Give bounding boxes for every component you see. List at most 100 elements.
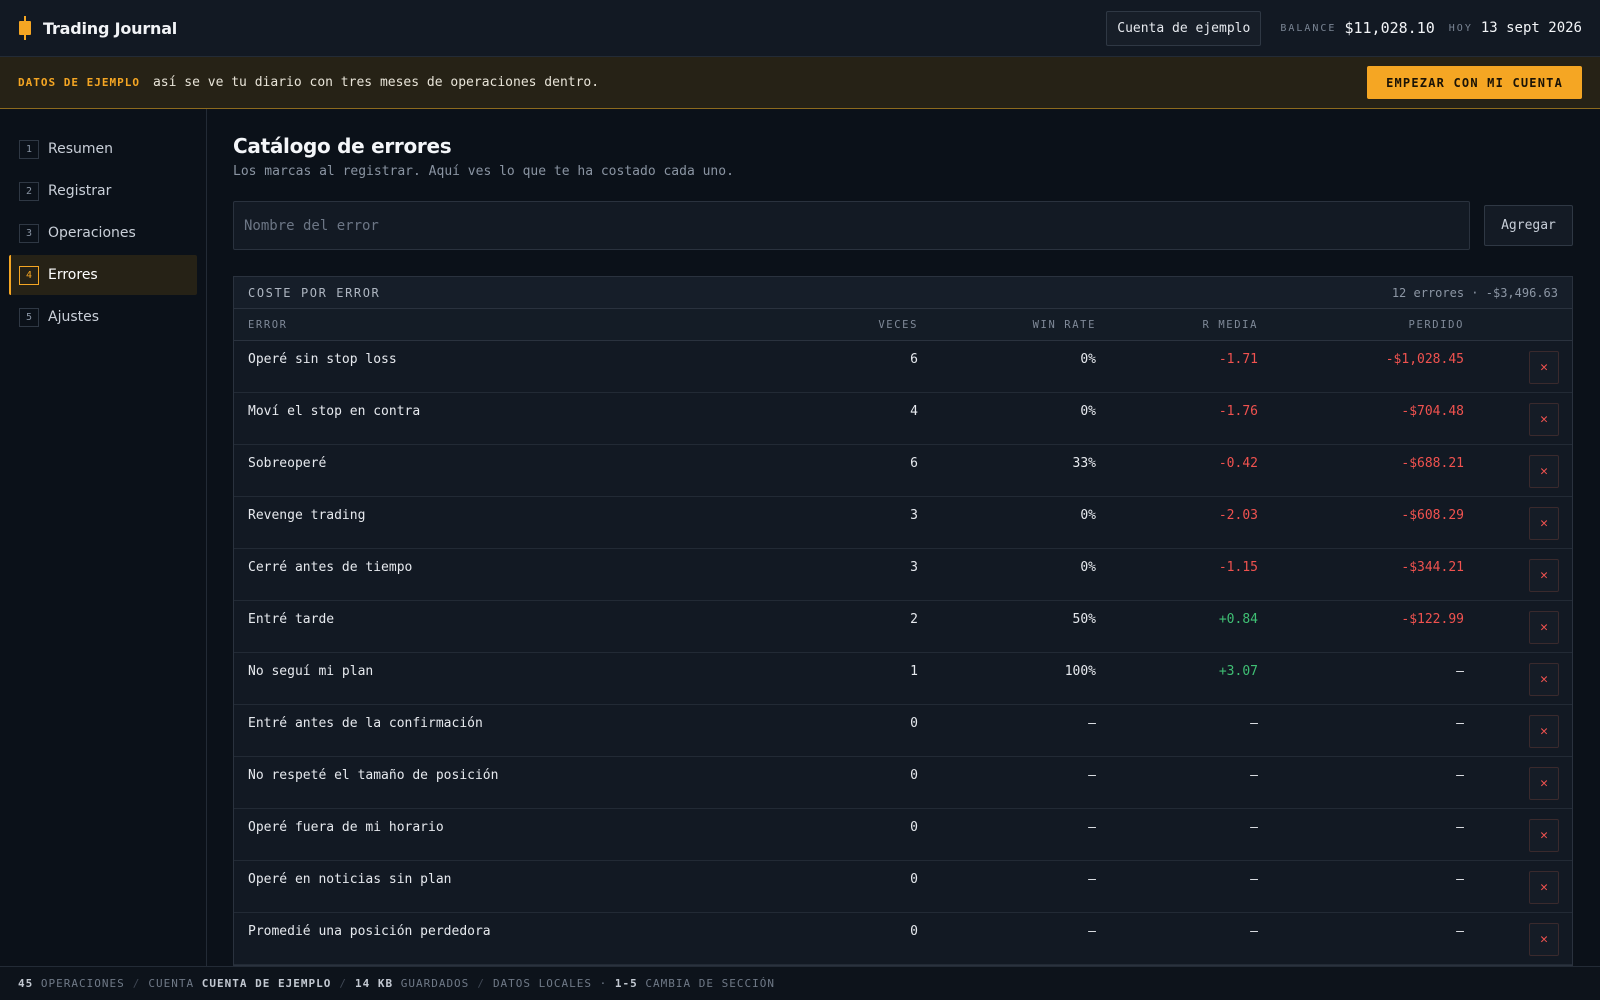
delete-error-button[interactable]: ✕	[1529, 663, 1559, 696]
column-header-win-rate[interactable]: WIN RATE	[1033, 309, 1096, 341]
column-header-error[interactable]: ERROR	[248, 309, 288, 341]
sidebar-item-label: Errores	[48, 267, 98, 283]
close-icon: ✕	[1540, 828, 1548, 843]
sidebar-item-label: Registrar	[48, 183, 112, 199]
times-cell: 0	[910, 872, 918, 887]
r-avg-cell: -1.71	[1218, 352, 1258, 367]
times-cell: 6	[910, 352, 918, 367]
candlestick-icon	[18, 16, 32, 40]
times-cell: 6	[910, 456, 918, 471]
column-header-lost[interactable]: PERDIDO	[1409, 309, 1464, 341]
delete-error-button[interactable]: ✕	[1529, 871, 1559, 904]
close-icon: ✕	[1540, 412, 1548, 427]
delete-error-button[interactable]: ✕	[1529, 507, 1559, 540]
lost-cell: -$704.48	[1401, 404, 1464, 419]
add-error-button[interactable]: Agregar	[1484, 205, 1573, 246]
r-avg-cell: -1.15	[1218, 560, 1258, 575]
delete-error-button[interactable]: ✕	[1529, 455, 1559, 488]
sidebar-item-operaciones[interactable]: 3 Operaciones	[9, 213, 197, 253]
table-row: Promedié una posición perdedora 0 — — — ✕	[234, 913, 1572, 965]
r-avg-cell: —	[1250, 924, 1258, 939]
win-rate-cell: —	[1088, 820, 1096, 835]
sidebar-item-ajustes[interactable]: 5 Ajustes	[9, 297, 197, 337]
lost-cell: -$344.21	[1401, 560, 1464, 575]
table-body: Operé sin stop loss 6 0% -1.71 -$1,028.45 ✕ Mo…	[234, 341, 1572, 965]
local-data-label: DATOS LOCALES ·	[492, 977, 608, 990]
error-name-cell: Sobreoperé	[248, 456, 327, 471]
sidebar-item-registrar[interactable]: 2 Registrar	[9, 171, 197, 211]
nav-shortcut-number: 3	[19, 223, 39, 243]
operations-label: OPERACIONES	[40, 977, 125, 990]
win-rate-cell: 0%	[1080, 508, 1096, 523]
r-avg-cell: -0.42	[1218, 456, 1258, 471]
main-content: Catálogo de errores Los marcas al regist…	[233, 109, 1573, 966]
error-name-cell: Revenge trading	[248, 508, 366, 523]
r-avg-cell: +0.84	[1218, 612, 1258, 627]
win-rate-cell: —	[1088, 716, 1096, 731]
account-selector[interactable]: Cuenta de ejemplo	[1106, 10, 1262, 46]
delete-error-button[interactable]: ✕	[1529, 923, 1559, 956]
table-summary: 12 errores · -$3,496.63	[1391, 285, 1558, 300]
delete-error-button[interactable]: ✕	[1529, 715, 1559, 748]
shortcut-keys: 1-5	[614, 977, 638, 990]
status-bar: 45 OPERACIONES / CUENTA CUENTA DE EJEMPL…	[0, 966, 1600, 1000]
error-name-cell: Moví el stop en contra	[248, 404, 421, 419]
lost-cell: -$608.29	[1401, 508, 1464, 523]
delete-error-button[interactable]: ✕	[1529, 351, 1559, 384]
win-rate-cell: 33%	[1072, 456, 1096, 471]
page-title: Catálogo de errores	[233, 134, 452, 158]
times-cell: 3	[910, 560, 918, 575]
r-avg-cell: -2.03	[1218, 508, 1258, 523]
r-avg-cell: -1.76	[1218, 404, 1258, 419]
close-icon: ✕	[1540, 776, 1548, 791]
delete-error-button[interactable]: ✕	[1529, 611, 1559, 644]
column-header-r-avg[interactable]: R MEDIA	[1203, 309, 1258, 341]
operations-count: 45	[18, 977, 34, 990]
win-rate-cell: 0%	[1080, 404, 1096, 419]
times-cell: 1	[910, 664, 918, 679]
error-name-cell: No respeté el tamaño de posición	[248, 768, 499, 783]
table-row: Moví el stop en contra 4 0% -1.76 -$704.48 ✕	[234, 393, 1572, 445]
table-row: Revenge trading 3 0% -2.03 -$608.29 ✕	[234, 497, 1572, 549]
table-row: No seguí mi plan 1 100% +3.07 — ✕	[234, 653, 1572, 705]
banner-text: así se ve tu diario con tres meses de op…	[152, 75, 600, 90]
column-header-times[interactable]: VECES	[878, 309, 918, 341]
sidebar-item-resumen[interactable]: 1 Resumen	[9, 129, 197, 169]
delete-error-button[interactable]: ✕	[1529, 767, 1559, 800]
error-name-cell: Promedié una posición perdedora	[248, 924, 491, 939]
sidebar: 1 Resumen 2 Registrar 3 Operaciones 4 Er…	[0, 109, 207, 966]
r-avg-cell: —	[1250, 820, 1258, 835]
close-icon: ✕	[1540, 516, 1548, 531]
sidebar-item-label: Ajustes	[48, 309, 100, 325]
times-cell: 4	[910, 404, 918, 419]
delete-error-button[interactable]: ✕	[1529, 403, 1559, 436]
close-icon: ✕	[1540, 724, 1548, 739]
win-rate-cell: 100%	[1064, 664, 1096, 679]
lost-cell: —	[1456, 820, 1464, 835]
sidebar-item-label: Resumen	[48, 141, 114, 157]
account-label: CUENTA	[148, 977, 195, 990]
start-with-my-account-button[interactable]: EMPEZAR CON MI CUENTA	[1367, 66, 1582, 99]
close-icon: ✕	[1540, 932, 1548, 947]
times-cell: 2	[910, 612, 918, 627]
error-name-input[interactable]	[233, 201, 1470, 250]
nav-shortcut-number: 1	[19, 139, 39, 159]
times-cell: 0	[910, 768, 918, 783]
delete-error-button[interactable]: ✕	[1529, 819, 1559, 852]
table-row: Entré tarde 2 50% +0.84 -$122.99 ✕	[234, 601, 1572, 653]
app-title: Trading Journal	[43, 18, 178, 38]
table-row: Operé fuera de mi horario 0 — — — ✕	[234, 809, 1572, 861]
lost-cell: -$688.21	[1401, 456, 1464, 471]
times-cell: 0	[910, 924, 918, 939]
r-avg-cell: —	[1250, 872, 1258, 887]
delete-error-button[interactable]: ✕	[1529, 559, 1559, 592]
lost-cell: -$1,028.45	[1385, 352, 1464, 367]
error-name-cell: Operé fuera de mi horario	[248, 820, 444, 835]
lost-cell: —	[1456, 716, 1464, 731]
times-cell: 0	[910, 716, 918, 731]
sidebar-item-errores[interactable]: 4 Errores	[9, 255, 197, 295]
close-icon: ✕	[1540, 568, 1548, 583]
lost-cell: —	[1456, 872, 1464, 887]
sample-data-banner: DATOS DE EJEMPLO así se ve tu diario con…	[0, 57, 1600, 109]
table-row: Operé sin stop loss 6 0% -1.71 -$1,028.45 ✕	[234, 341, 1572, 393]
